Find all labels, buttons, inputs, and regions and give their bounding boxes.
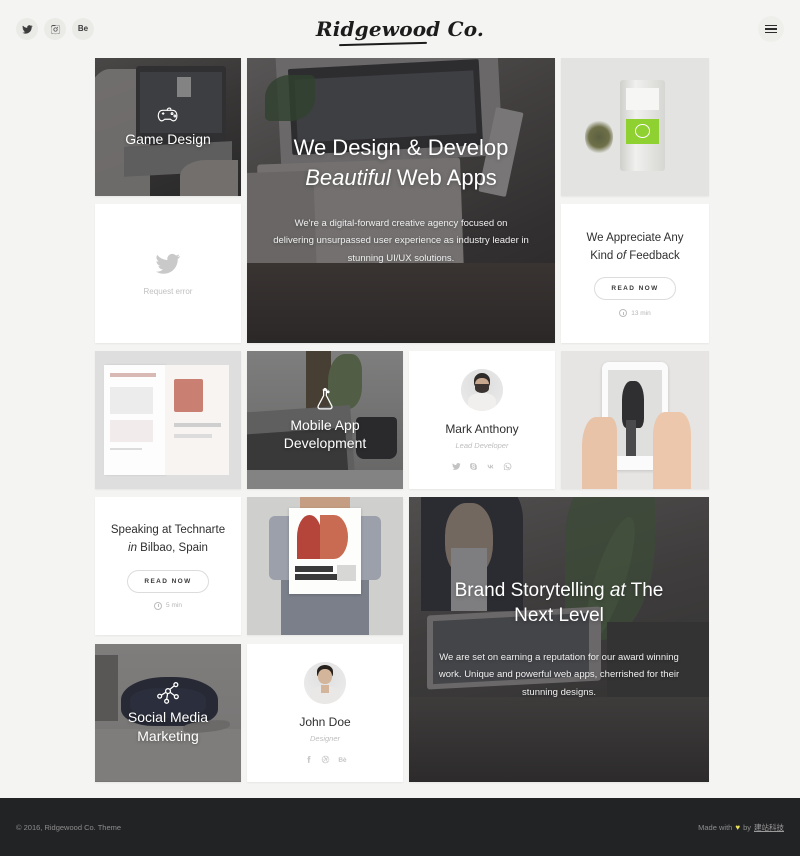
hero-title-line2: Web Apps — [390, 165, 497, 191]
dribbble-icon[interactable] — [321, 755, 330, 764]
twitter-error-message: Request error — [143, 287, 193, 296]
feedback-title-c: Feedback — [626, 249, 680, 262]
feedback-title: We Appreciate Any Kind of Feedback — [587, 230, 684, 266]
team-member-name: John Doe — [299, 714, 351, 729]
tile-team-john-doe: John Doe Designer — [247, 643, 403, 782]
clock-icon — [154, 601, 163, 610]
twitter-icon-button[interactable] — [16, 18, 38, 40]
hero-brand-em: at — [609, 579, 626, 601]
tile-game-design[interactable]: Game Design — [95, 58, 241, 196]
vk-icon[interactable] — [486, 462, 495, 471]
hero-brand-line1a: Brand Storytelling — [454, 579, 610, 601]
mobile-app-line2: Development — [283, 435, 367, 451]
technarte-title: Speaking at Technarte in Bilbao, Spain — [111, 522, 225, 558]
feedback-read-time-label: 13 min — [631, 309, 651, 317]
tile-feedback: We Appreciate Any Kind of Feedback READ … — [561, 204, 709, 343]
heart-icon: ♥ — [735, 822, 741, 832]
team-member-social — [452, 462, 512, 471]
hero-brand-body: We are set on earning a reputation for o… — [438, 651, 680, 698]
team-member-name: Mark Anthony — [445, 422, 519, 436]
product-photo — [561, 58, 709, 196]
behance-label: Be — [77, 24, 89, 33]
avatar — [461, 369, 503, 411]
tile-product-photo[interactable] — [561, 58, 709, 196]
site-footer: © 2016, Ridgewood Co. Theme Made with ♥ … — [0, 798, 800, 856]
hero-brand-storytelling[interactable]: Brand Storytelling at The Next Level We … — [409, 497, 709, 782]
flask-icon — [314, 387, 336, 412]
magazine-photo — [95, 351, 241, 489]
footer-copyright: © 2016, Ridgewood Co. Theme — [16, 822, 122, 832]
team-member-social — [304, 755, 347, 764]
hero-brand-line1b: The — [625, 579, 664, 601]
poster-photo — [247, 497, 403, 635]
site-logo[interactable]: Ridgewood Co. — [316, 17, 484, 41]
feedback-title-a: We Appreciate Any — [586, 231, 684, 244]
tile-phone-photo[interactable] — [561, 351, 709, 489]
clock-icon — [619, 309, 628, 318]
feedback-title-em: of — [616, 249, 627, 262]
brand-wrapper: Ridgewood Co. — [0, 0, 800, 58]
tile-title: Game Design — [125, 130, 211, 147]
behance-icon-button[interactable]: Be — [72, 18, 94, 40]
mobile-app-line1: Mobile App — [290, 416, 360, 433]
hero-main[interactable]: We Design & Develop Beautiful Web Apps W… — [247, 58, 555, 343]
feedback-read-time: 13 min — [619, 309, 651, 318]
tile-title: Mobile App Development — [284, 416, 367, 452]
feedback-read-now-button[interactable]: READ NOW — [594, 277, 676, 301]
tile-team-mark-anthony: Mark Anthony Lead Developer — [409, 351, 555, 489]
site-header: Be Ridgewood Co. — [0, 0, 800, 58]
footer-author-link[interactable]: 建站科技 — [754, 822, 784, 833]
twitter-icon — [21, 24, 33, 34]
team-member-role: Designer — [309, 733, 340, 743]
hero-brand-line2: Next Level — [514, 605, 604, 627]
masonry-grid: Game Design Request error We Design & De… — [95, 58, 709, 798]
twitter-bird-icon — [155, 251, 181, 277]
tile-mobile-app[interactable]: Mobile App Development — [247, 351, 403, 489]
tile-social-media[interactable]: Social Media Marketing — [95, 643, 241, 782]
hero-main-body: We're a digital-forward creative agency … — [273, 217, 529, 264]
phone-photo — [561, 351, 709, 489]
share-network-icon — [155, 680, 181, 705]
avatar — [304, 661, 346, 704]
technarte-title-em: in — [128, 542, 137, 554]
footer-by: by — [743, 822, 751, 832]
technarte-read-time: 5 min — [154, 601, 182, 610]
technarte-read-time-label: 5 min — [166, 602, 182, 610]
social-media-line1: Social Media — [127, 709, 209, 726]
behance-icon[interactable] — [338, 755, 347, 764]
page-root: Be Ridgewood Co. Game Design Request err… — [0, 0, 800, 856]
tile-technarte: Speaking at Technarte in Bilbao, Spain R… — [95, 497, 241, 635]
hamburger-icon — [765, 23, 777, 36]
tile-twitter-widget: Request error — [95, 204, 241, 343]
instagram-icon — [50, 24, 60, 34]
hero-main-title: We Design & Develop Beautiful Web Apps — [294, 133, 509, 192]
technarte-title-a: Speaking at Technarte — [110, 524, 226, 537]
header-social-links: Be — [16, 18, 94, 40]
skype-icon[interactable] — [469, 462, 478, 471]
team-member-role: Lead Developer — [455, 441, 509, 450]
footer-credit: Made with ♥ by 建站科技 — [698, 822, 784, 833]
social-media-line2: Marketing — [137, 727, 199, 744]
hero-title-emphasis: Beautiful — [305, 165, 391, 191]
hamburger-menu-button[interactable] — [758, 16, 784, 42]
hero-title-line1: We Design & Develop — [293, 135, 509, 161]
tile-poster-photo[interactable] — [247, 497, 403, 635]
instagram-icon-button[interactable] — [44, 18, 66, 40]
facebook-icon[interactable] — [304, 755, 313, 764]
whatsapp-icon[interactable] — [503, 462, 512, 471]
feedback-title-b: Kind — [590, 249, 617, 262]
tile-title: Social Media Marketing — [128, 708, 208, 744]
technarte-title-b: Bilbao, Spain — [136, 542, 208, 554]
footer-made-with: Made with — [698, 822, 733, 832]
hero-brand-title: Brand Storytelling at The Next Level — [455, 578, 664, 629]
tile-magazine-photo[interactable] — [95, 351, 241, 489]
technarte-read-now-button[interactable]: READ NOW — [127, 569, 209, 593]
gamepad-icon — [155, 106, 181, 126]
twitter-icon[interactable] — [452, 462, 461, 471]
